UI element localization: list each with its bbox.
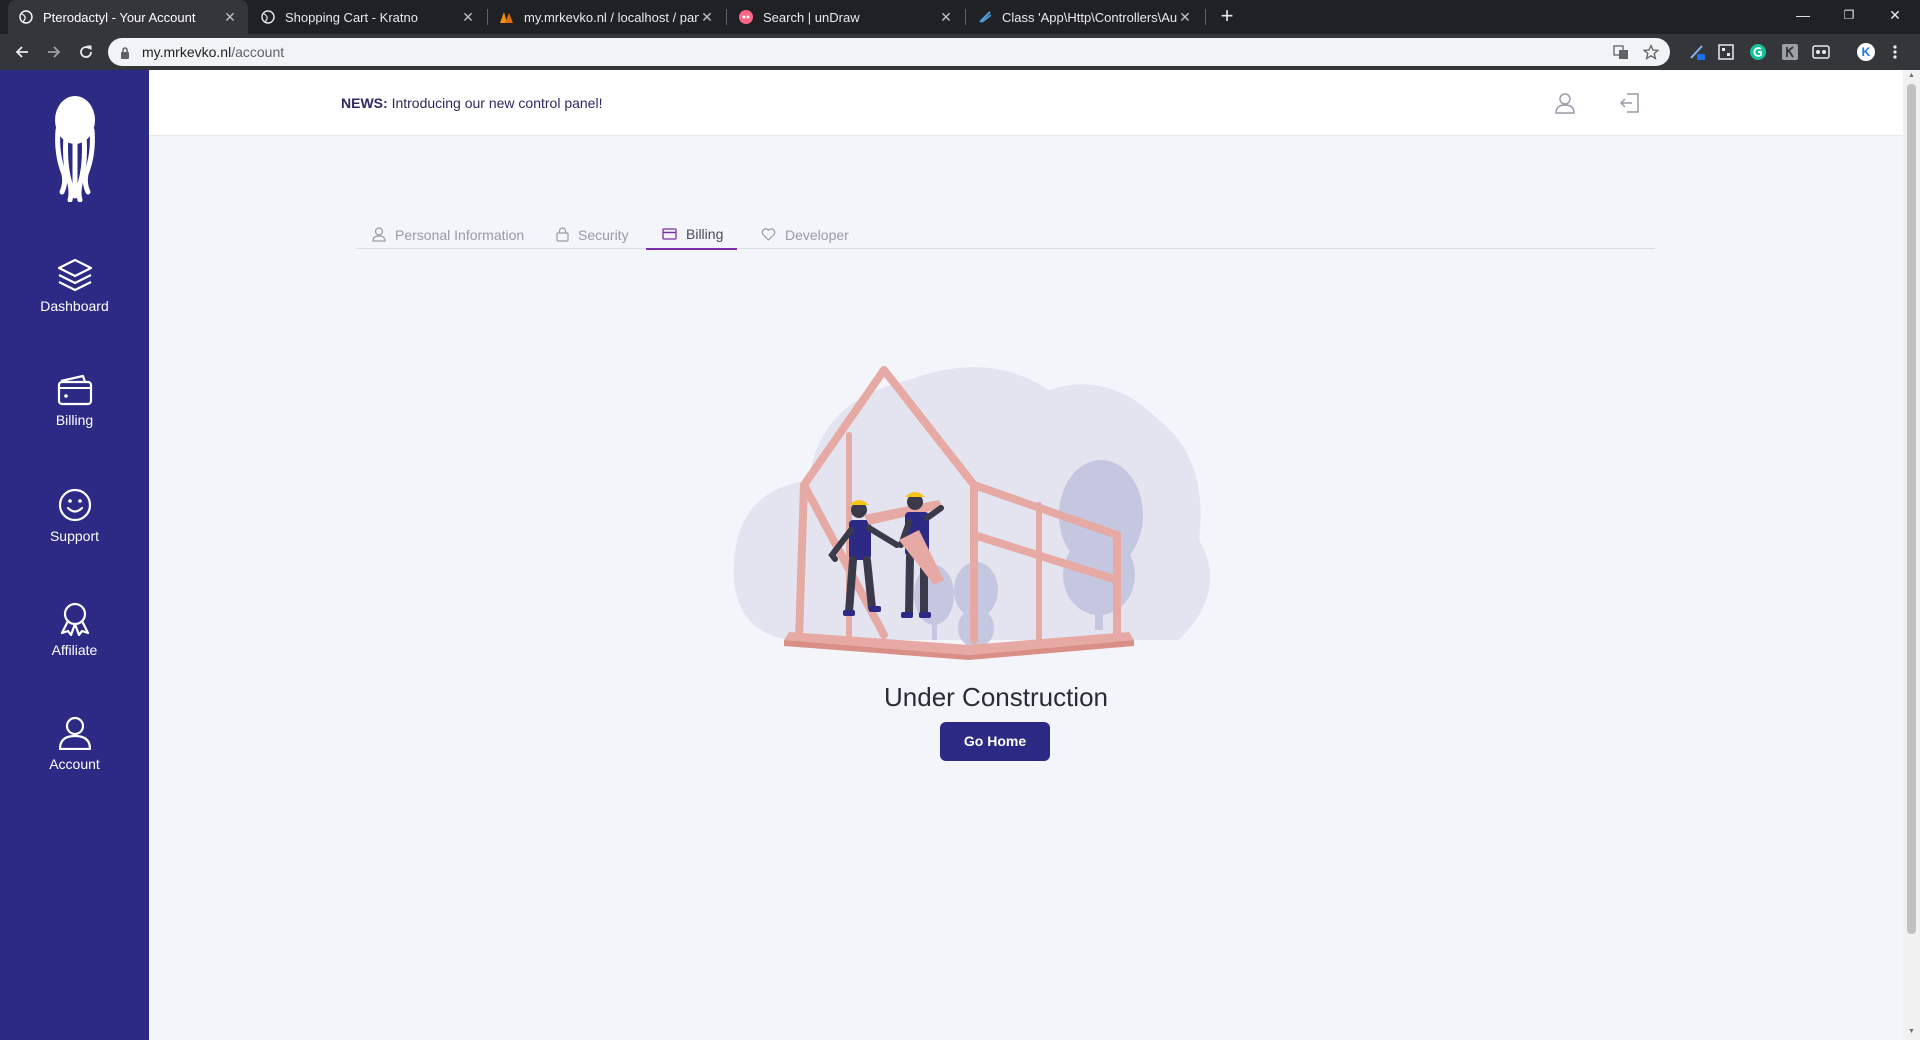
sidebar-item-label: Affiliate	[51, 642, 98, 658]
extension-k-icon[interactable]	[1781, 43, 1799, 61]
browser-tab[interactable]: Pterodactyl - Your Account ✕	[8, 0, 248, 34]
user-icon	[58, 716, 91, 750]
browser-tab[interactable]: my.mrkevko.nl / localhost / pane ✕	[489, 0, 725, 34]
sidebar-item-label: Dashboard	[40, 298, 109, 314]
profile-icon[interactable]	[1554, 92, 1576, 114]
sidebar-item-label: Account	[49, 756, 100, 772]
url-host: my.mrkevko.nl	[142, 44, 232, 60]
browser-tab-title: Shopping Cart - Kratno	[285, 9, 418, 25]
close-icon[interactable]: ✕	[222, 9, 238, 26]
account-tabs: Personal Information Security Billing De…	[356, 220, 1655, 250]
tab-label: Developer	[785, 226, 849, 243]
scroll-up-arrow-icon[interactable]: ▲	[1907, 72, 1916, 79]
browser-tab-title: my.mrkevko.nl / localhost / pane	[524, 9, 699, 25]
extension-reader-icon[interactable]	[1812, 43, 1830, 61]
tab-label: Security	[578, 226, 629, 243]
under-construction-illustration	[733, 366, 1211, 660]
wallet-icon	[57, 374, 92, 406]
undraw-icon	[738, 9, 754, 25]
tab-developer[interactable]: Developer	[761, 220, 849, 249]
sidebar-item-dashboard[interactable]: Dashboard	[0, 258, 149, 314]
browser-tab[interactable]: Search | unDraw ✕	[728, 0, 964, 34]
scroll-down-arrow-icon[interactable]: ▼	[1907, 1028, 1916, 1035]
page-scrollbar[interactable]: ▲ ▼	[1903, 70, 1920, 1040]
credit-card-icon	[662, 228, 677, 240]
scrollbar-thumb[interactable]	[1907, 84, 1916, 934]
minimize-button[interactable]: —	[1780, 0, 1826, 30]
globe-icon	[18, 9, 34, 25]
browser-tab-title: Pterodactyl - Your Account	[43, 9, 196, 25]
browser-tab-title: Search | unDraw	[763, 9, 860, 25]
close-icon[interactable]: ✕	[460, 9, 476, 26]
close-icon[interactable]: ✕	[1177, 9, 1193, 26]
menu-kebab-icon[interactable]	[1892, 43, 1898, 61]
sidebar: Dashboard Billing Support Affiliate Acco…	[0, 70, 149, 1040]
news-label: NEWS:	[341, 95, 388, 111]
extension-qr-icon[interactable]	[1717, 43, 1735, 61]
tab-separator	[965, 9, 966, 25]
browser-tab[interactable]: Shopping Cart - Kratno ✕	[250, 0, 486, 34]
user-icon	[372, 227, 386, 242]
window-close-button[interactable]: ✕	[1872, 0, 1918, 30]
forward-icon[interactable]	[42, 40, 66, 64]
address-bar[interactable]: my.mrkevko.nl/account	[108, 38, 1670, 66]
top-bar: NEWS: Introducing our new control panel!	[149, 70, 1903, 136]
pterodactyl-logo-icon[interactable]	[46, 94, 104, 207]
layers-icon	[57, 258, 92, 292]
go-home-button[interactable]: Go Home	[940, 722, 1050, 761]
tab-label: Personal Information	[395, 226, 525, 243]
globe-icon	[260, 9, 276, 25]
browser-tab-title: Class 'App\Http\Controllers\Auth	[1002, 9, 1177, 25]
translate-icon[interactable]	[1613, 44, 1629, 60]
browser-toolbar: my.mrkevko.nl/account	[0, 34, 1920, 70]
sidebar-item-label: Support	[49, 528, 100, 544]
sidebar-item-label: Billing	[55, 412, 94, 428]
logout-icon[interactable]	[1619, 92, 1641, 114]
sidebar-item-account[interactable]: Account	[0, 716, 149, 772]
browser-tab[interactable]: Class 'App\Http\Controllers\Auth ✕	[967, 0, 1203, 34]
star-icon[interactable]	[1642, 43, 1660, 60]
tab-separator	[726, 9, 727, 25]
url-text: my.mrkevko.nl/account	[142, 44, 284, 60]
reload-icon[interactable]	[74, 40, 98, 64]
close-icon[interactable]: ✕	[699, 9, 715, 26]
close-icon[interactable]: ✕	[938, 9, 954, 26]
phpmyadmin-icon	[499, 9, 515, 25]
award-icon	[60, 602, 89, 636]
back-icon[interactable]	[10, 40, 34, 64]
restore-button[interactable]: ❐	[1826, 0, 1872, 30]
new-tab-button[interactable]: +	[1215, 5, 1239, 29]
news-text: Introducing our new control panel!	[391, 95, 603, 111]
extension-feather-icon[interactable]	[1688, 43, 1706, 61]
sidebar-item-affiliate[interactable]: Affiliate	[0, 602, 149, 658]
lock-icon	[120, 46, 130, 64]
main-content: NEWS: Introducing our new control panel!…	[149, 70, 1903, 1040]
sidebar-item-billing[interactable]: Billing	[0, 374, 149, 428]
tab-separator	[1205, 9, 1206, 25]
tab-security[interactable]: Security	[556, 220, 629, 249]
smiley-icon	[58, 488, 91, 522]
url-path: /account	[231, 44, 285, 60]
heart-icon	[761, 228, 776, 241]
browser-tab-bar: Pterodactyl - Your Account ✕ Shopping Ca…	[0, 0, 1920, 34]
tab-label: Billing	[686, 226, 724, 242]
tab-separator	[487, 9, 488, 25]
news-banner: NEWS: Introducing our new control panel!	[341, 95, 602, 111]
tab-personal-information[interactable]: Personal Information	[372, 220, 524, 249]
profile-avatar[interactable]: K	[1857, 43, 1875, 61]
extension-grammarly-icon[interactable]	[1749, 43, 1767, 61]
lock-icon	[556, 227, 569, 242]
tab-billing[interactable]: Billing	[646, 220, 738, 250]
sidebar-item-support[interactable]: Support	[0, 488, 149, 544]
page-heading: Under Construction	[884, 682, 1108, 712]
stackoverflow-icon	[977, 9, 993, 25]
